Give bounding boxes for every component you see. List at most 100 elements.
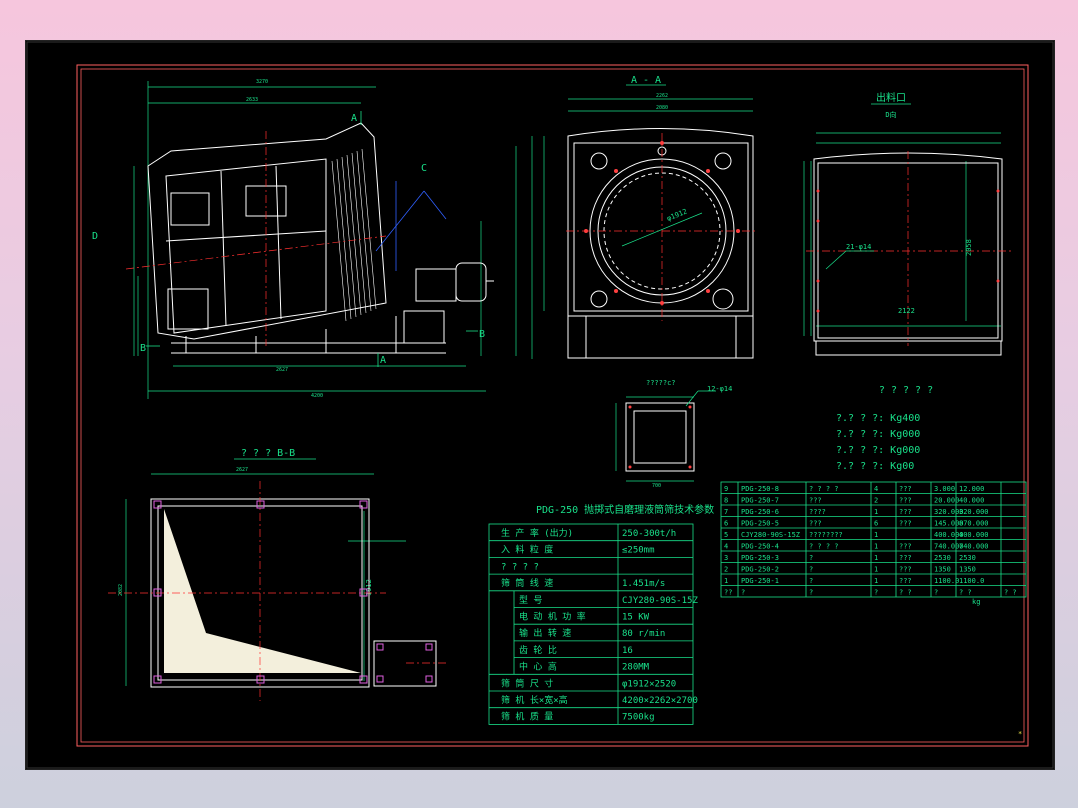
outlet-holes-label: 21-φ14 xyxy=(846,243,871,251)
parts-footer-cell: ?? xyxy=(724,589,732,597)
view-mark-d: D xyxy=(92,231,98,242)
section-bb-view: ? ? ? B-B 2627 2082 1912 xyxy=(108,448,446,701)
parts-cell: 1 xyxy=(874,566,878,574)
weights-header: ? ? ? ? ? xyxy=(879,385,933,396)
section-mark-b-left: B xyxy=(140,343,146,354)
parts-table: 9 PDG-250-8? ? ? ? 4??? 3.000 12.0008 PDG-250… xyxy=(720,481,1027,606)
spec-row-label: 电 动 机 功 率 xyxy=(519,611,586,623)
spec-row-value: 7500kg xyxy=(622,713,655,723)
parts-cell: 2530 xyxy=(959,554,976,562)
parts-cell: PDG-250-5 xyxy=(741,520,779,528)
dim-inner-length: 2633 xyxy=(246,97,258,103)
parts-footer-cell: ? xyxy=(934,589,938,597)
outlet-view-subtitle: D向 xyxy=(885,110,896,119)
parts-footer-cell: ? xyxy=(809,589,813,597)
parts-cell: 1 xyxy=(874,543,878,551)
spec-row-value: 80 r/min xyxy=(622,629,665,639)
cad-drawing-svg: 3270 2633 2627 4200 A A B B C D A - A 22… xyxy=(26,41,1054,769)
weight-row-2: ?.? ? ?: Kg000 xyxy=(836,429,920,440)
parts-cell: 3.000 xyxy=(934,485,955,493)
side-view: 3270 2633 2627 4200 A A B B C D xyxy=(92,79,517,399)
parts-cell: 1350 xyxy=(934,566,951,574)
parts-footer-cell: ? ? xyxy=(899,589,912,597)
parts-cell: 2530 xyxy=(934,554,951,562)
parts-cell: PDG-250-7 xyxy=(741,497,779,505)
parts-cell: ??? xyxy=(899,566,912,574)
parts-cell: 6 xyxy=(874,520,878,528)
parts-cell: 5 xyxy=(724,531,728,539)
parts-cell: 1100.0 xyxy=(934,577,959,585)
parts-cell: 9 xyxy=(724,485,728,493)
section-mark-a-bottom: A xyxy=(380,355,386,366)
parts-cell: 2 xyxy=(874,497,878,505)
view-mark-c: C xyxy=(421,163,427,174)
spec-row-label: 输 出 转 速 xyxy=(519,627,571,639)
weights-block: ? ? ? ? ? ?.? ? ?: Kg400 ?.? ? ?: Kg000 … xyxy=(836,385,933,472)
parts-cell: PDG-250-4 xyxy=(741,543,779,551)
hopper-size-dim: 700 xyxy=(652,483,661,489)
parts-cell: CJY280-90S-15Z xyxy=(741,531,800,539)
section-mark-b-right: B xyxy=(479,329,485,340)
spec-row-label: 生 产 率 (出力) xyxy=(501,527,573,539)
parts-footer-cell: ? xyxy=(874,589,878,597)
spec-row-value: 15 KW xyxy=(622,613,650,623)
dim-front-inner: 2080 xyxy=(656,105,668,111)
parts-cell: ? xyxy=(809,577,813,585)
spec-table-title: PDG-250 抛掷式自磨理液筒筛技术参数 xyxy=(536,503,714,516)
dim-bb-height: 2082 xyxy=(118,584,124,596)
dim-front-width: 2262 xyxy=(656,93,668,99)
spec-row-value: 4200×2262×2700 xyxy=(622,696,698,706)
outlet-view: 出料口 D向 2058 2122 21-φ14 xyxy=(803,91,1011,356)
spec-row-value: CJY280-90S-15Z xyxy=(622,596,698,606)
outlet-view-title: 出料口 xyxy=(876,91,906,104)
weight-row-4: ?.? ? ?: Kg00 xyxy=(836,461,914,472)
spec-row-label: 筛 筒 线 速 xyxy=(501,577,553,589)
parts-cell: 40.000 xyxy=(959,497,984,505)
dim-base-length: 2627 xyxy=(276,367,288,373)
spec-row-value: 280MM xyxy=(622,663,650,673)
hopper-side-note: 12-φ14 xyxy=(707,385,732,393)
parts-cell: 3 xyxy=(724,554,728,562)
spec-row-label: 入 料 粒 度 xyxy=(501,544,553,556)
outlet-height-label: 2058 xyxy=(965,239,973,256)
parts-cell: ???????? xyxy=(809,531,843,539)
section-aa-view: A - A 2262 2080 φ1912 xyxy=(531,75,756,359)
parts-cell: ??? xyxy=(899,520,912,528)
spec-row-value: 16 xyxy=(622,646,633,656)
parts-cell: 1 xyxy=(874,531,878,539)
parts-cell: ??? xyxy=(899,577,912,585)
parts-cell: 2 xyxy=(724,566,728,574)
material-fill xyxy=(164,509,361,673)
parts-cell: 1 xyxy=(724,577,728,585)
parts-cell: 400.000 xyxy=(959,531,989,539)
outlet-width-label: 2122 xyxy=(898,307,915,315)
section-aa-title: A - A xyxy=(631,75,661,86)
parts-cell: 1 xyxy=(874,508,878,516)
parts-footer-cell: ? xyxy=(741,589,745,597)
spec-row-label: ? ? ? ? xyxy=(501,562,539,572)
hopper-note: ?????c? xyxy=(646,379,676,387)
cad-drawing-canvas[interactable]: 3270 2633 2627 4200 A A B B C D A - A 22… xyxy=(25,40,1055,770)
spec-row-value: 1.451m/s xyxy=(622,579,665,589)
parts-cell: ? ? ? ? xyxy=(809,485,839,493)
parts-cell: ??? xyxy=(899,497,912,505)
spec-row-value: φ1912×2520 xyxy=(622,679,676,689)
parts-cell: 1350 xyxy=(959,566,976,574)
parts-cell: 1 xyxy=(874,577,878,585)
parts-cell: PDG-250-2 xyxy=(741,566,779,574)
spec-row-label: 筛 机 质 量 xyxy=(501,711,553,723)
dim-bb-width: 2627 xyxy=(236,467,248,473)
sheet-corner-mark: * xyxy=(1018,730,1022,738)
parts-cell: ??? xyxy=(899,485,912,493)
dim-overall-length: 3270 xyxy=(256,79,268,85)
parts-cell: ??? xyxy=(899,508,912,516)
parts-cell: PDG-250-6 xyxy=(741,508,779,516)
parts-cell: 1 xyxy=(874,554,878,562)
parts-cell: 4 xyxy=(724,543,728,551)
spec-row-label: 筛 机 长×宽×高 xyxy=(501,694,568,706)
parts-cell: 4 xyxy=(874,485,878,493)
spec-row-label: 中 心 高 xyxy=(519,661,557,673)
spec-row-label: 齿 轮 比 xyxy=(519,644,557,656)
parts-cell: 740.000 xyxy=(959,543,989,551)
dim-total-length: 4200 xyxy=(311,393,323,399)
